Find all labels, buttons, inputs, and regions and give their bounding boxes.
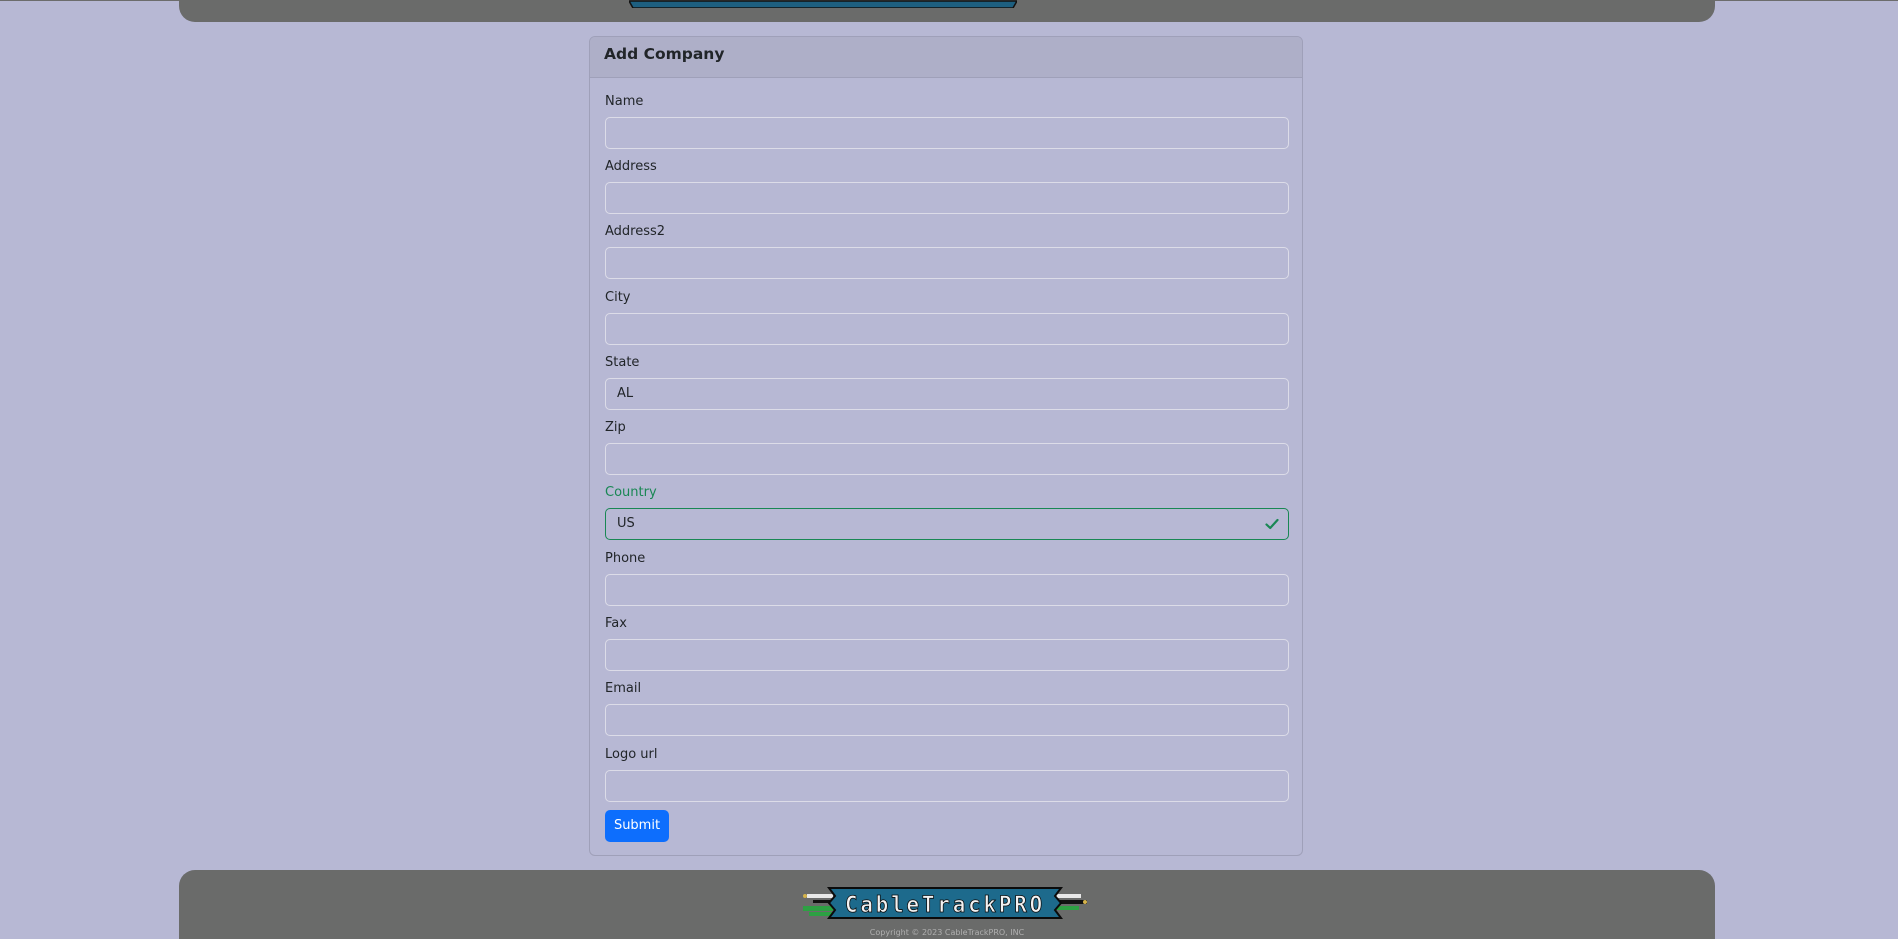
address2-field-group: Address2 [605, 223, 1289, 279]
country-input[interactable]: US [605, 508, 1289, 540]
city-input[interactable] [605, 313, 1289, 345]
name-field-group: Name [605, 93, 1289, 149]
valid-check-icon [1265, 518, 1279, 530]
fax-field-group: Fax [605, 615, 1289, 671]
email-input[interactable] [605, 704, 1289, 736]
zip-label: Zip [605, 420, 626, 435]
address-field-group: Address [605, 158, 1289, 214]
footer-logo-text: CableTrackPRO [845, 893, 1045, 918]
country-field-group: Country US [605, 484, 1289, 540]
state-input[interactable]: AL [605, 378, 1289, 410]
logo-url-input[interactable] [605, 770, 1289, 802]
add-company-card: Add Company Name Address Address2 City S… [589, 36, 1303, 856]
name-label: Name [605, 94, 644, 109]
email-label: Email [605, 681, 642, 696]
card-title: Add Company [590, 37, 1302, 78]
footer-bar: CableTrackPRO Copyright © 2023 CableTrac… [179, 870, 1715, 939]
submit-button[interactable]: Submit [605, 810, 669, 842]
phone-input[interactable] [605, 574, 1289, 606]
city-label: City [605, 290, 631, 305]
header-bar [179, 0, 1715, 22]
zip-field-group: Zip [605, 419, 1289, 475]
zip-input[interactable] [605, 443, 1289, 475]
email-field-group: Email [605, 680, 1289, 736]
phone-label: Phone [605, 551, 646, 566]
logo-url-label: Logo url [605, 747, 658, 762]
fax-label: Fax [605, 616, 627, 631]
header-logo-sliver [629, 0, 1017, 8]
copyright-text: Copyright © 2023 CableTrackPRO, INC [869, 928, 1025, 937]
logo-url-field-group: Logo url [605, 746, 1289, 802]
country-label: Country [605, 485, 657, 500]
address-input[interactable] [605, 182, 1289, 214]
address-label: Address [605, 159, 657, 174]
state-label: State [605, 355, 640, 370]
address2-input[interactable] [605, 247, 1289, 279]
phone-field-group: Phone [605, 550, 1289, 606]
name-input[interactable] [605, 117, 1289, 149]
country-value: US [617, 516, 635, 531]
city-field-group: City [605, 289, 1289, 345]
state-field-group: State AL [605, 354, 1289, 410]
address2-label: Address2 [605, 224, 666, 239]
fax-input[interactable] [605, 639, 1289, 671]
cabletrackpro-logo: CableTrackPRO [803, 887, 1087, 919]
